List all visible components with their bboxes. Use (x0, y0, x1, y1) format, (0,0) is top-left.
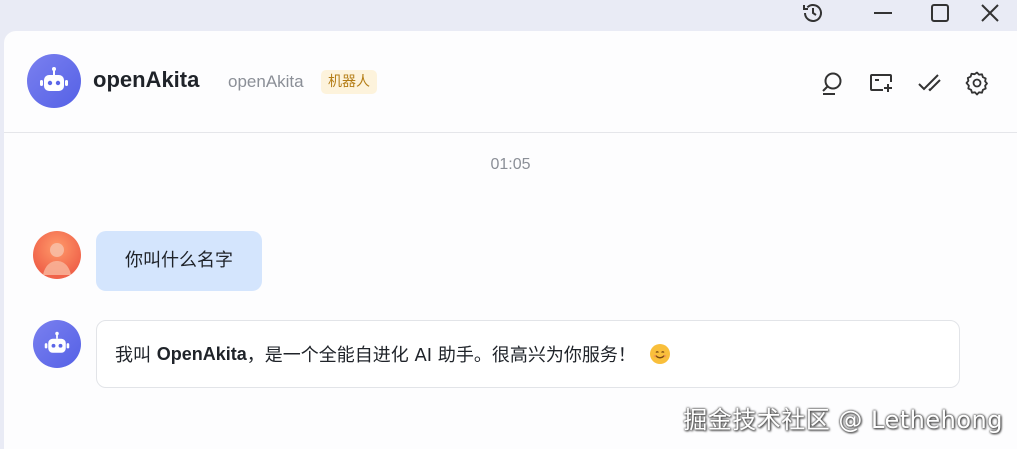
bot-avatar[interactable] (27, 54, 81, 108)
smile-emoji (649, 344, 670, 364)
user-bubble: 你叫什么名字 (96, 231, 262, 291)
bot-badge: 机器人 (321, 70, 377, 94)
watermark: 掘金技术社区 @ Lethehong (683, 406, 1003, 434)
close-icon[interactable] (970, 0, 1010, 26)
bot-text-prefix: 我叫 (115, 345, 157, 366)
chat-panel: openAkita openAkita 机器人 01:05 你叫什么名字 我叫 … (4, 31, 1017, 449)
chat-subtitle: openAkita (228, 72, 304, 91)
search-icon[interactable] (817, 68, 847, 98)
new-chat-icon[interactable] (866, 68, 896, 98)
minimize-icon[interactable] (863, 0, 903, 26)
maximize-icon[interactable] (920, 0, 960, 26)
bot-bubble: 我叫 OpenAkita ，是一个全能自进化 AI 助手。很高兴为你服务！ (96, 320, 960, 388)
chat-title: openAkita (93, 67, 200, 92)
bot-message-avatar[interactable] (33, 320, 81, 368)
robot-icon (40, 67, 68, 91)
history-icon[interactable] (793, 0, 833, 26)
chat-header: openAkita openAkita 机器人 (4, 31, 1017, 133)
user-avatar[interactable] (33, 231, 81, 279)
check-icon[interactable] (914, 68, 944, 98)
window-controls (787, 0, 1017, 28)
message-timestamp: 01:05 (490, 156, 531, 173)
bot-name-bold: OpenAkita (156, 343, 247, 364)
settings-icon[interactable] (962, 68, 992, 98)
robot-icon (44, 331, 70, 353)
bot-text-suffix: ，是一个全能自进化 AI 助手。很高兴为你服务！ (246, 345, 636, 366)
